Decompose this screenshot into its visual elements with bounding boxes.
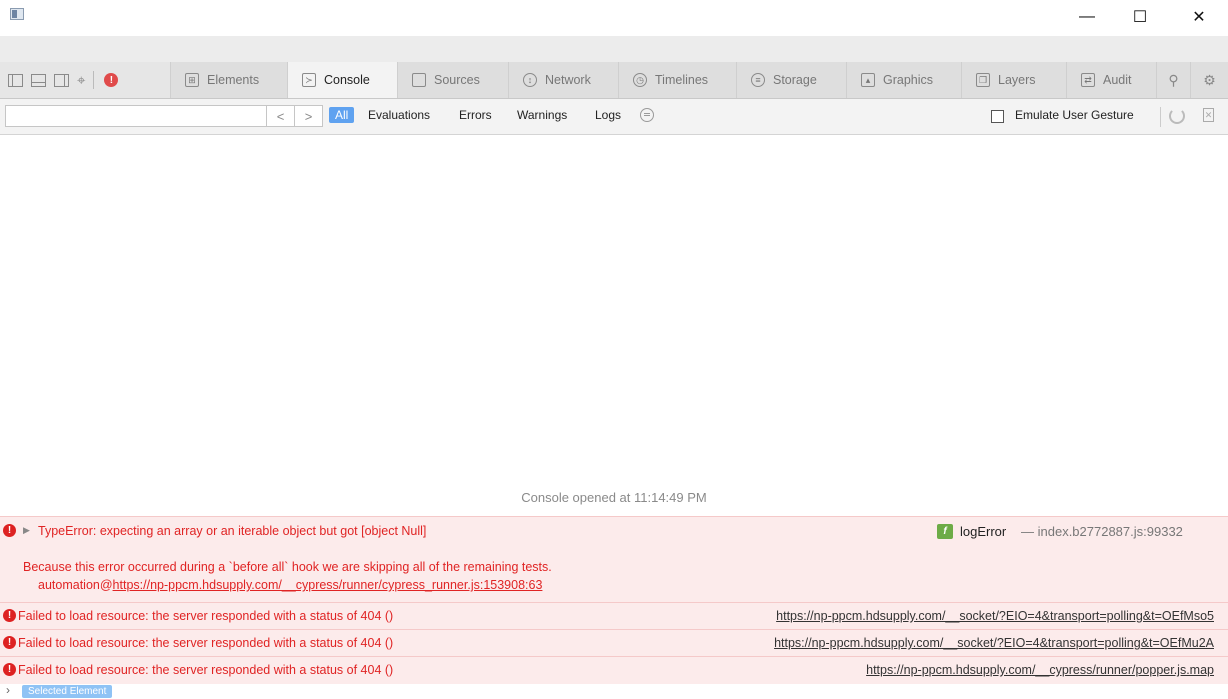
filter-logs-button[interactable]: Logs [595,108,621,122]
console-error-row: ! Failed to load resource: the server re… [0,656,1228,684]
error-indicator-icon[interactable]: ! [104,73,119,87]
gear-icon[interactable]: ⚙ [1190,62,1228,98]
tab-timelines[interactable]: ◷ Timelines [618,62,736,98]
tab-label: Audit [1103,73,1132,87]
tab-label: Layers [998,73,1036,87]
tab-label: Sources [434,73,480,87]
console-icon: ≻ [302,73,316,87]
audit-icon: ⇄ [1081,73,1095,87]
error-icon: ! [3,524,16,537]
tab-label: Console [324,73,370,87]
window-titlebar: — ☐ ✕ [0,0,1228,36]
close-button[interactable]: ✕ [1176,0,1222,34]
tab-graphics[interactable]: ▴ Graphics [846,62,961,98]
resource-link[interactable]: https://np-ppcm.hdsupply.com/__socket/?E… [776,609,1214,623]
history-nav: < > [267,105,323,127]
next-button[interactable]: > [295,106,322,126]
divider [93,71,95,89]
dock-left-icon[interactable] [8,73,23,87]
console-error-message: ! ▶ TypeError: expecting an array or an … [0,516,1228,602]
error-text: Failed to load resource: the server resp… [18,663,394,677]
app-icon [10,8,24,20]
window-graybar [0,36,1228,62]
tab-layers[interactable]: ❐ Layers [961,62,1066,98]
minimize-button[interactable]: — [1064,0,1110,34]
tab-sources[interactable]: Sources [397,62,508,98]
console-opened-text: Console opened at 11:14:49 PM [521,490,707,505]
tab-console[interactable]: ≻ Console [287,62,397,98]
filter-options-icon[interactable] [640,108,654,122]
error-text: Failed to load resource: the server resp… [18,609,394,623]
error-stack: automation@https://np-ppcm.hdsupply.com/… [38,578,542,592]
selected-element-chip[interactable]: Selected Element [22,685,113,698]
emulate-gesture-label: Emulate User Gesture [1015,108,1134,122]
filter-all-button[interactable]: All [329,107,355,123]
search-icon[interactable]: ⚲ [1156,62,1190,98]
tab-audit[interactable]: ⇄ Audit [1066,62,1156,98]
stack-prefix: automation@ [38,578,113,592]
tab-storage[interactable]: ≡ Storage [736,62,846,98]
tab-label: Network [545,73,591,87]
devtools-tabbar: ⌖ ! ⊞ Elements ≻ Console Sources ↕ Network … [0,62,1228,99]
dock-controls: ⌖ ! [0,62,170,98]
console-output [0,135,1228,515]
graphics-icon: ▴ [861,73,875,87]
maximize-button[interactable]: ☐ [1117,0,1163,34]
console-prompt[interactable]: › Selected Element [0,683,1228,699]
call-site-location[interactable]: — index.b2772887.js:99332 [1021,524,1183,539]
console-filter-input[interactable] [5,105,267,127]
storage-icon: ≡ [751,73,765,87]
console-error-row: ! Failed to load resource: the server re… [0,602,1228,629]
timelines-icon: ◷ [633,73,647,87]
divider [1160,107,1161,127]
filter-evaluations-button[interactable]: Evaluations [368,108,430,122]
clear-console-icon[interactable]: ✕ [1203,108,1214,122]
elements-icon: ⊞ [185,73,199,87]
sources-icon [412,73,426,87]
reload-icon[interactable] [1169,108,1185,124]
previous-button[interactable]: < [267,106,295,126]
tab-label: Storage [773,73,817,87]
layers-icon: ❐ [976,73,990,87]
prompt-chevron-icon: › [6,683,10,697]
dock-bottom-icon[interactable] [31,73,46,87]
tab-label: Timelines [655,73,709,87]
resource-link[interactable]: https://np-ppcm.hdsupply.com/__socket/?E… [774,636,1214,650]
resource-link[interactable]: https://np-ppcm.hdsupply.com/__cypress/r… [866,663,1214,677]
error-text: Failed to load resource: the server resp… [18,636,394,650]
function-icon: f [937,524,953,539]
filter-errors-button[interactable]: Errors [459,108,492,122]
network-icon: ↕ [523,73,537,87]
tab-label: Elements [207,73,260,87]
console-filterbar: < > All Evaluations Errors Warnings Logs… [0,99,1228,135]
tab-label: Graphics [883,73,934,87]
tab-elements[interactable]: ⊞ Elements [170,62,287,98]
error-icon: ! [3,663,16,676]
call-site-function: logError [960,524,1007,539]
error-text: TypeError: expecting an array or an iter… [38,524,427,538]
emulate-gesture-checkbox[interactable] [991,110,1004,123]
dock-right-icon[interactable] [54,73,69,87]
error-icon: ! [3,636,16,649]
inspect-crosshair-icon[interactable]: ⌖ [77,72,85,89]
filter-warnings-button[interactable]: Warnings [517,108,567,122]
error-detail: Because this error occurred during a `be… [23,560,552,574]
console-error-row: ! Failed to load resource: the server re… [0,629,1228,656]
disclosure-triangle-icon[interactable]: ▶ [23,525,30,536]
tab-network[interactable]: ↕ Network [508,62,618,98]
stack-link[interactable]: https://np-ppcm.hdsupply.com/__cypress/r… [113,578,543,592]
error-icon: ! [3,609,16,622]
